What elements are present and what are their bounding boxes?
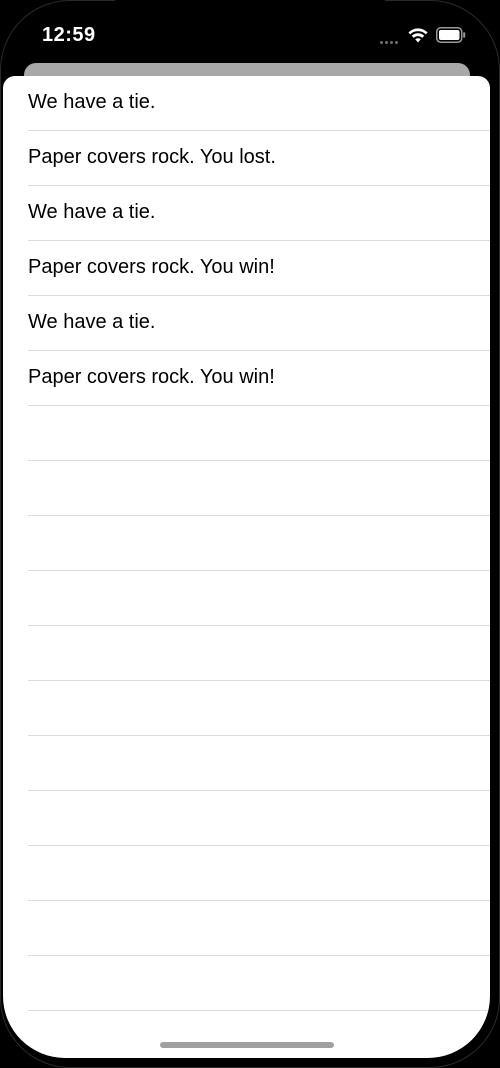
wifi-icon	[408, 28, 428, 43]
empty-list-item	[3, 626, 490, 681]
list-item[interactable]: Paper covers rock. You win!	[3, 241, 490, 296]
list-item[interactable]: Paper covers rock. You win!	[3, 351, 490, 406]
list-item-label: We have a tie.	[28, 201, 156, 223]
empty-list-item	[3, 461, 490, 516]
status-bar: 12:59	[0, 0, 500, 64]
empty-list-item	[3, 956, 490, 1011]
empty-list-item	[3, 516, 490, 571]
cellular-signal-icon	[380, 38, 402, 44]
home-indicator[interactable]	[160, 1042, 334, 1048]
results-table: We have a tie. Paper covers rock. You los…	[3, 76, 490, 1011]
list-item-label: Paper covers rock. You lost.	[28, 146, 276, 168]
empty-list-item	[3, 791, 490, 846]
empty-list-item	[3, 736, 490, 791]
list-item-label: We have a tie.	[28, 91, 156, 113]
phone-screen: 12:59 We have a tie. Paper covers rock. Y…	[0, 0, 500, 1068]
list-item[interactable]: We have a tie.	[3, 76, 490, 131]
empty-list-item	[3, 846, 490, 901]
empty-list-item	[3, 681, 490, 736]
empty-list-item	[3, 571, 490, 626]
list-item-label: Paper covers rock. You win!	[28, 366, 275, 388]
empty-list-item	[3, 406, 490, 461]
list-item-label: We have a tie.	[28, 311, 156, 333]
battery-icon	[436, 27, 466, 43]
status-time: 12:59	[42, 24, 96, 46]
empty-list-item	[3, 901, 490, 956]
list-item[interactable]: We have a tie.	[3, 186, 490, 241]
list-item-label: Paper covers rock. You win!	[28, 256, 275, 278]
notch	[115, 0, 385, 44]
list-item[interactable]: We have a tie.	[3, 296, 490, 351]
list-item[interactable]: Paper covers rock. You lost.	[3, 131, 490, 186]
results-sheet[interactable]: We have a tie. Paper covers rock. You los…	[3, 76, 490, 1058]
